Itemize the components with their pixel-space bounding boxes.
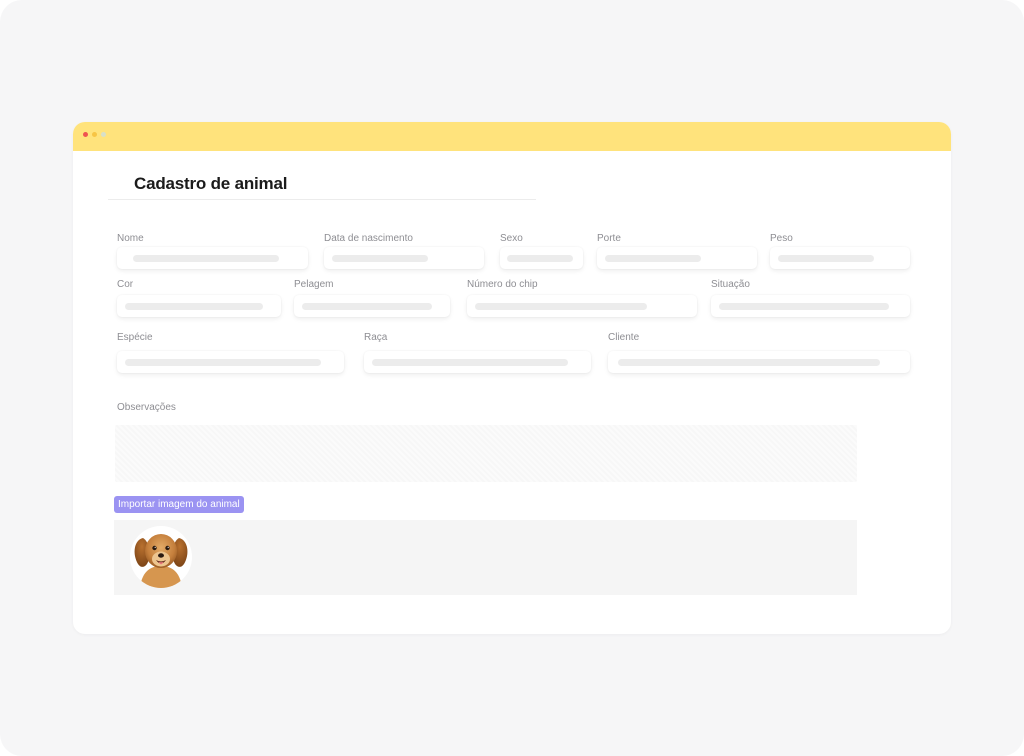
- nome-label: Nome: [117, 233, 144, 244]
- sexo-label: Sexo: [500, 233, 523, 244]
- cor-placeholder-bar: [125, 303, 263, 310]
- peso-input[interactable]: [770, 247, 910, 269]
- data-nascimento-input[interactable]: [324, 247, 484, 269]
- especie-select[interactable]: [117, 351, 344, 373]
- title-divider: [108, 199, 536, 200]
- peso-label: Peso: [770, 233, 793, 244]
- raca-select[interactable]: [364, 351, 591, 373]
- sexo-placeholder-bar: [507, 255, 573, 262]
- data-nascimento-label: Data de nascimento: [324, 233, 413, 244]
- pelagem-input[interactable]: [294, 295, 450, 317]
- cliente-placeholder-bar: [618, 359, 880, 366]
- sexo-select[interactable]: [500, 247, 583, 269]
- especie-label: Espécie: [117, 332, 153, 343]
- pelagem-placeholder-bar: [302, 303, 432, 310]
- situacao-select[interactable]: [711, 295, 910, 317]
- cor-input[interactable]: [117, 295, 281, 317]
- minimize-window-icon[interactable]: [92, 132, 97, 137]
- numero-chip-input[interactable]: [467, 295, 697, 317]
- close-window-icon[interactable]: [83, 132, 88, 137]
- app-window: Cadastro de animal Nome Data de nascimen…: [73, 122, 951, 634]
- especie-placeholder-bar: [125, 359, 321, 366]
- nome-input[interactable]: [117, 247, 308, 269]
- animal-image-area[interactable]: [114, 520, 857, 595]
- situacao-placeholder-bar: [719, 303, 889, 310]
- situacao-label: Situação: [711, 279, 750, 290]
- raca-label: Raça: [364, 332, 388, 343]
- porte-label: Porte: [597, 233, 621, 244]
- background-canvas: Cadastro de animal Nome Data de nascimen…: [0, 0, 1024, 756]
- porte-select[interactable]: [597, 247, 757, 269]
- dog-photo-icon: [130, 526, 192, 588]
- peso-placeholder-bar: [778, 255, 874, 262]
- cliente-select[interactable]: [608, 351, 910, 373]
- observacoes-label: Observações: [117, 402, 176, 413]
- raca-placeholder-bar: [372, 359, 568, 366]
- porte-placeholder-bar: [605, 255, 701, 262]
- nome-placeholder-bar: [133, 255, 279, 262]
- cliente-label: Cliente: [608, 332, 640, 343]
- pelagem-label: Pelagem: [294, 279, 334, 290]
- maximize-window-icon[interactable]: [101, 132, 106, 137]
- cor-label: Cor: [117, 279, 134, 290]
- data-nascimento-placeholder-bar: [332, 255, 428, 262]
- window-titlebar: [73, 122, 951, 151]
- page-title: Cadastro de animal: [134, 174, 288, 193]
- import-image-button[interactable]: Importar imagem do animal: [114, 496, 244, 513]
- numero-chip-label: Número do chip: [467, 279, 538, 290]
- numero-chip-placeholder-bar: [475, 303, 647, 310]
- observacoes-textarea[interactable]: [115, 425, 857, 482]
